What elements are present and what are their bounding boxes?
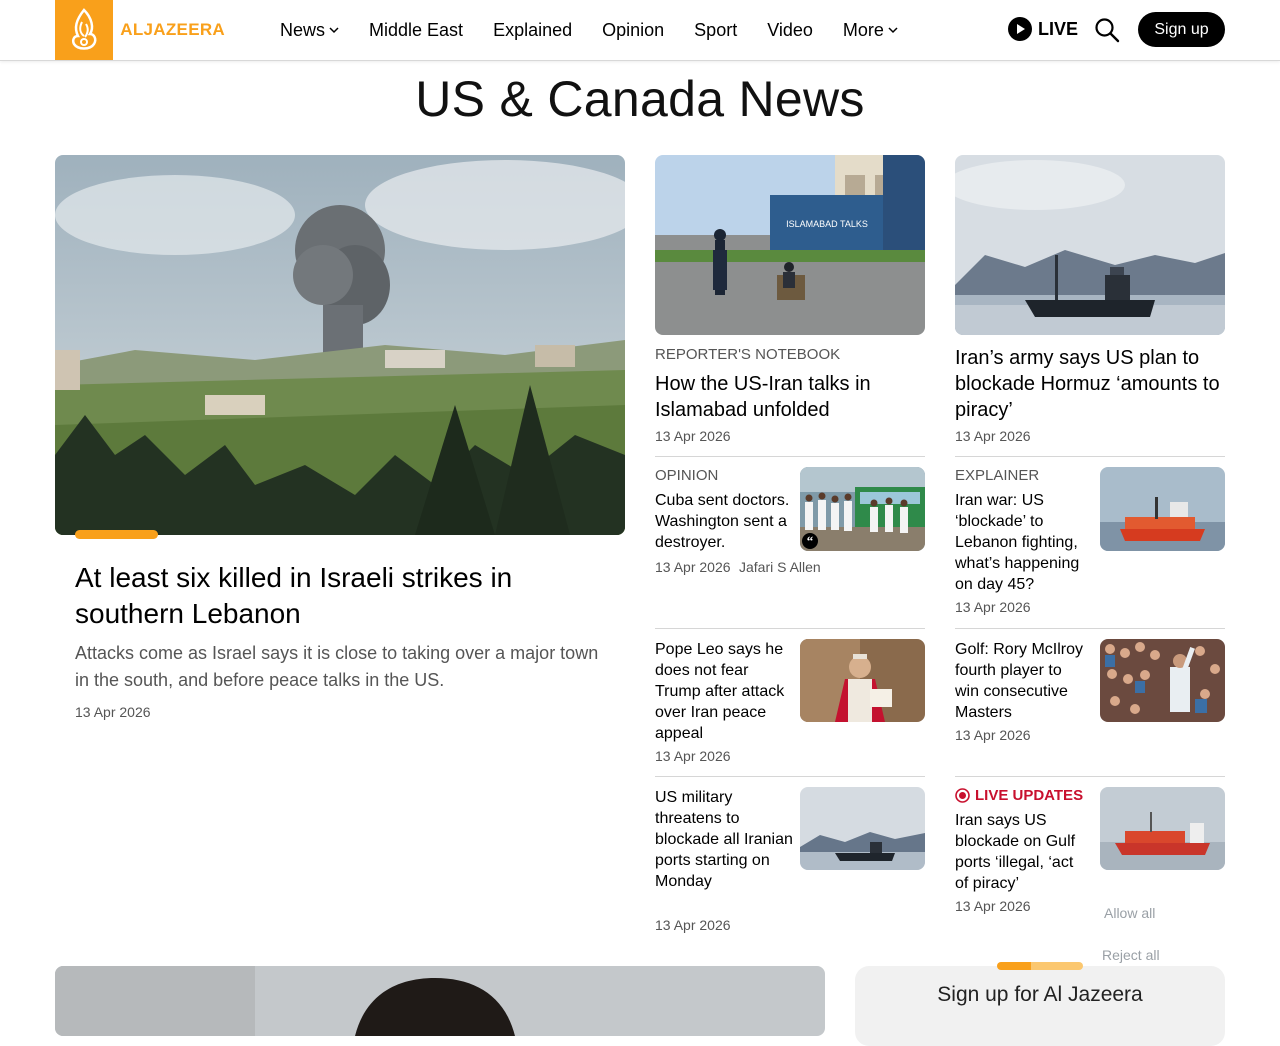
list-2-image[interactable] xyxy=(1100,467,1225,551)
quote-icon: “ xyxy=(807,533,814,548)
nav-news[interactable]: News xyxy=(280,20,339,41)
list-6-date: 13 Apr 2026 xyxy=(955,898,1031,914)
list-5-title[interactable]: US military threatens to blockade all Ir… xyxy=(655,787,795,892)
nav-explained[interactable]: Explained xyxy=(493,20,572,41)
nav-explained-label: Explained xyxy=(493,19,573,40)
play-icon xyxy=(1008,17,1032,41)
divider xyxy=(655,456,925,457)
list-4-image[interactable] xyxy=(1100,639,1225,722)
hero-accent-bar xyxy=(75,530,158,539)
feature-2-title[interactable]: Iran’s army says US plan to blockade Hor… xyxy=(955,345,1225,423)
newsletter-title: Sign up for Al Jazeera xyxy=(937,983,1143,1006)
feature-image-islamabad[interactable]: ISLAMABAD TALKS xyxy=(655,155,925,335)
divider xyxy=(955,456,1225,457)
feature-1-title[interactable]: How the US-Iran talks in Islamabad unfol… xyxy=(655,371,915,423)
newsletter-box: Sign up for Al Jazeera xyxy=(855,962,1225,1046)
hero-image[interactable] xyxy=(55,155,625,535)
list-3-image[interactable] xyxy=(800,639,925,722)
list-6-title[interactable]: Iran says US blockade on Gulf ports ‘ill… xyxy=(955,810,1090,894)
page-title: US & Canada News xyxy=(415,71,865,127)
logo-mark-icon xyxy=(55,0,114,60)
cookie-reject-all[interactable]: Reject all xyxy=(1102,947,1160,963)
list-3-date: 13 Apr 2026 xyxy=(655,748,731,764)
chevron-down-icon xyxy=(329,27,339,34)
hero-date: 13 Apr 2026 xyxy=(75,704,151,720)
nav-opinion[interactable]: Opinion xyxy=(602,20,664,41)
nav-news-label: News xyxy=(280,19,326,40)
search-icon[interactable] xyxy=(1094,17,1120,43)
site-header: ALJAZEERA News Middle East Explained Opi… xyxy=(0,0,1280,61)
hero-title[interactable]: At least six killed in Israeli strikes i… xyxy=(75,560,595,632)
list-5-image[interactable] xyxy=(800,787,925,870)
newsletter-accent xyxy=(997,962,1083,970)
divider xyxy=(655,776,925,777)
list-2-title[interactable]: Iran war: US ‘blockade’ to Lebanon fight… xyxy=(955,490,1090,595)
live-indicator-icon xyxy=(955,788,970,803)
logo-text: ALJAZEERA xyxy=(120,20,225,39)
list-2-kicker: EXPLAINER xyxy=(955,467,1040,484)
list-2-date: 13 Apr 2026 xyxy=(955,599,1031,615)
list-6-image[interactable] xyxy=(1100,787,1225,870)
feature-1-date: 13 Apr 2026 xyxy=(655,428,731,444)
nav-middle-east-label: Middle East xyxy=(369,19,464,40)
chevron-down-icon xyxy=(888,27,898,34)
divider xyxy=(655,628,925,629)
main-nav: News Middle East Explained Opinion Sport… xyxy=(280,0,898,60)
list-1-kicker: OPINION xyxy=(655,467,719,484)
bottom-lead-image[interactable] xyxy=(55,966,825,1036)
list-3-title[interactable]: Pope Leo says he does not fear Trump aft… xyxy=(655,639,795,744)
nav-more-label: More xyxy=(842,19,884,40)
list-1-image[interactable]: “ xyxy=(800,467,925,551)
sign-text: ISLAMABAD TALKS xyxy=(786,219,868,229)
site-logo[interactable]: ALJAZEERA xyxy=(55,0,225,60)
divider xyxy=(955,628,1225,629)
list-1-date: 13 Apr 2026 xyxy=(655,559,731,575)
live-label: LIVE xyxy=(1038,18,1079,39)
feature-2-date: 13 Apr 2026 xyxy=(955,428,1031,444)
list-1-title[interactable]: Cuba sent doctors. Washington sent a des… xyxy=(655,490,795,553)
divider xyxy=(955,776,1225,777)
nav-opinion-label: Opinion xyxy=(602,19,665,40)
feature-1-kicker: REPORTER'S NOTEBOOK xyxy=(655,346,841,363)
nav-video-label: Video xyxy=(767,19,813,40)
signup-button[interactable]: Sign up xyxy=(1138,12,1225,47)
nav-more[interactable]: More xyxy=(843,20,898,41)
list-4-title[interactable]: Golf: Rory McIlroy fourth player to win … xyxy=(955,639,1090,723)
list-5-date: 13 Apr 2026 xyxy=(655,917,731,933)
cookie-allow-all[interactable]: Allow all xyxy=(1104,905,1155,921)
live-button[interactable]: LIVE xyxy=(1008,17,1078,41)
nav-sport-label: Sport xyxy=(694,19,738,40)
list-6-kicker: LIVE UPDATES xyxy=(955,787,1083,804)
list-1-author[interactable]: Jafari S Allen xyxy=(739,559,821,575)
list-4-date: 13 Apr 2026 xyxy=(955,727,1031,743)
hero-summary: Attacks come as Israel says it is close … xyxy=(75,643,599,690)
nav-middle-east[interactable]: Middle East xyxy=(369,20,463,41)
nav-sport[interactable]: Sport xyxy=(694,20,737,41)
feature-image-ship[interactable] xyxy=(955,155,1225,335)
list-6-kicker-label: LIVE UPDATES xyxy=(975,787,1084,804)
nav-video[interactable]: Video xyxy=(767,20,813,41)
